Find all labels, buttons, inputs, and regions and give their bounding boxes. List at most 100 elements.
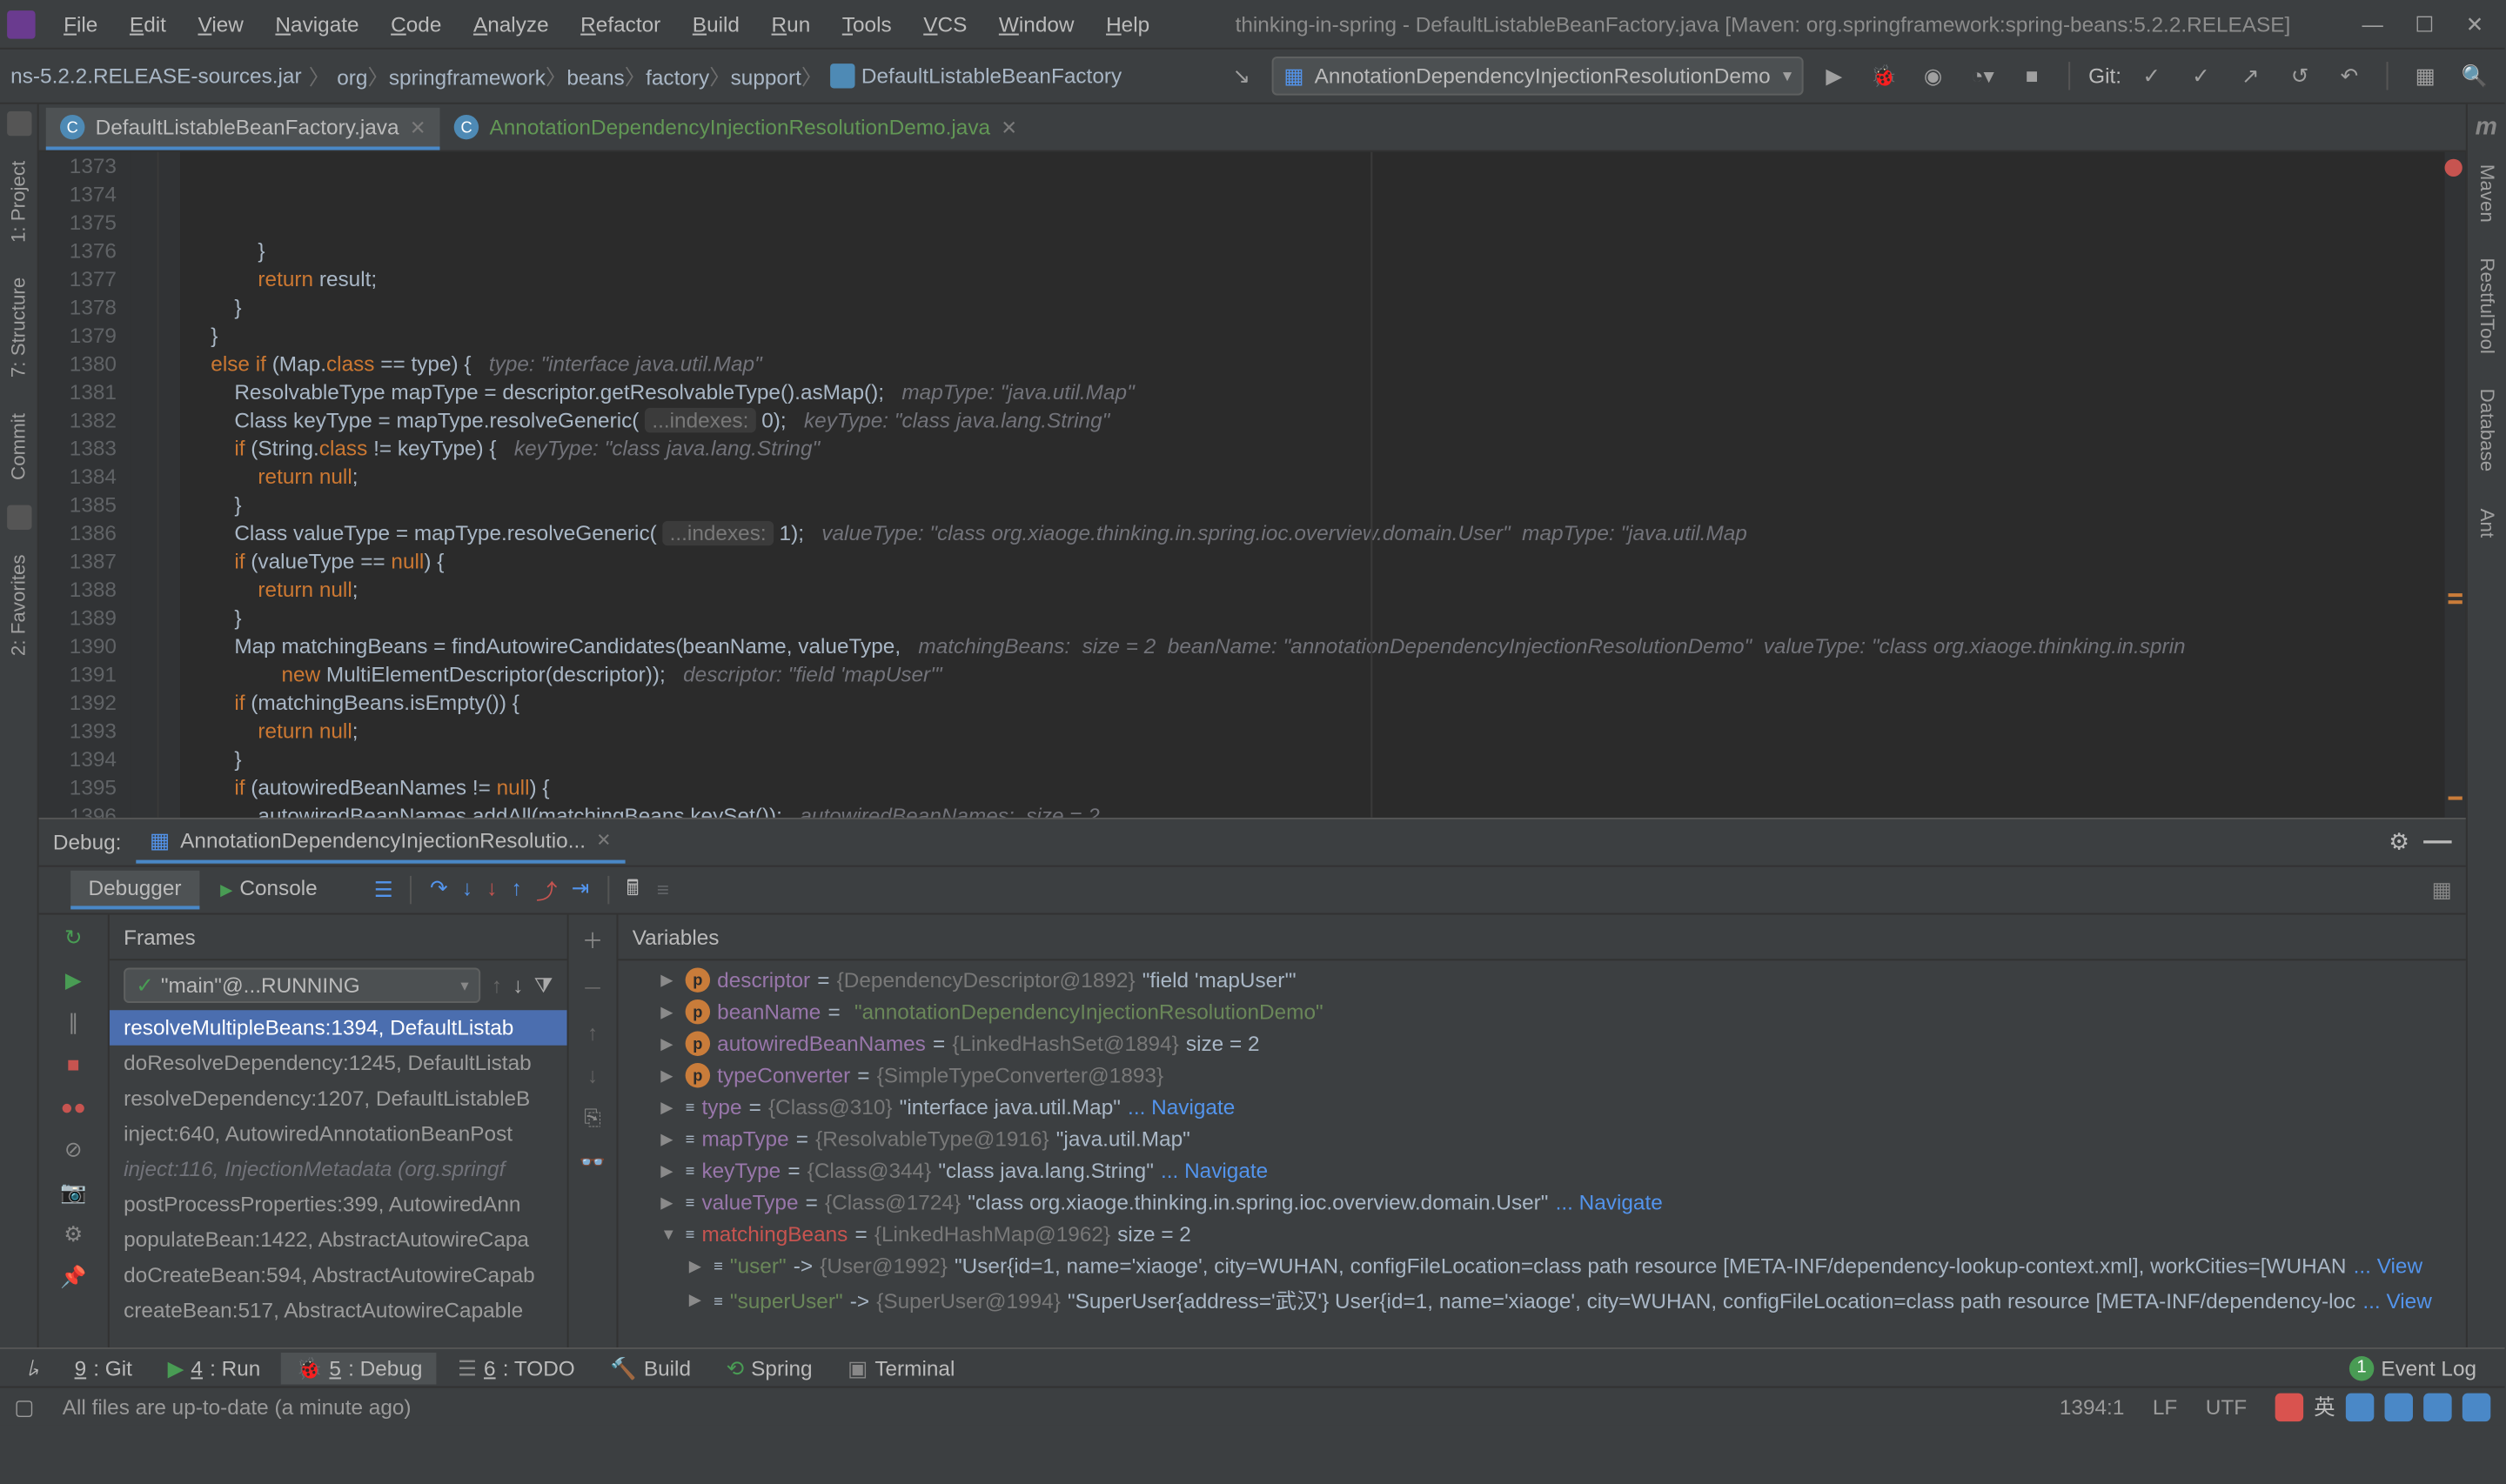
debug-button-icon[interactable]: 🐞: [1864, 57, 1903, 96]
back-icon[interactable]: ↘: [1222, 57, 1261, 96]
variables-tree[interactable]: ▶p descriptor = {DependencyDescriptor@18…: [619, 960, 2466, 1347]
structure-icon[interactable]: ▦: [2406, 57, 2445, 96]
minimize-icon[interactable]: —: [2362, 11, 2382, 36]
thread-selector[interactable]: ✓ "main"@...RUNNING ▾: [124, 967, 481, 1003]
stack-frame[interactable]: inject:640, AutowiredAnnotationBeanPost: [110, 1116, 567, 1152]
bottom-tool-terminal[interactable]: ▣ Terminal: [834, 1352, 969, 1384]
copy-icon[interactable]: ⎘: [584, 1106, 601, 1132]
menu-vcs[interactable]: VCS: [909, 4, 982, 43]
tool-windows-icon[interactable]: ▢: [14, 1394, 34, 1419]
view-link[interactable]: ... View: [2354, 1253, 2422, 1278]
menu-navigate[interactable]: Navigate: [261, 4, 373, 43]
variable-child-row[interactable]: ▶≡ "user" -> {User@1992} "User{id=1, nam…: [626, 1250, 2459, 1282]
variable-row[interactable]: ▶≡ keyType = {Class@344} "class java.lan…: [626, 1155, 2459, 1187]
prev-frame-icon[interactable]: ↑: [492, 973, 502, 998]
menu-edit[interactable]: Edit: [116, 4, 181, 43]
navigate-link[interactable]: ... Navigate: [1128, 1095, 1235, 1120]
add-watch-icon[interactable]: ＋: [582, 926, 603, 956]
breakpoints-icon[interactable]: ●●: [61, 1095, 86, 1120]
tray-icon[interactable]: [2385, 1393, 2413, 1420]
bottom-tool-run[interactable]: ▶ 4: Run: [153, 1352, 274, 1384]
variable-row[interactable]: ▼≡ matchingBeans = {LinkedHashMap@1962} …: [626, 1219, 2459, 1251]
tool-window-project[interactable]: 1: Project: [8, 150, 29, 254]
view-link[interactable]: ... View: [2362, 1288, 2431, 1313]
run-config-selector[interactable]: ▦ AnnotationDependencyInjectionResolutio…: [1271, 57, 1804, 96]
maximize-icon[interactable]: ☐: [2415, 11, 2434, 36]
menu-analyze[interactable]: Analyze: [459, 4, 563, 43]
tool-window-ant[interactable]: Ant: [2476, 498, 2496, 548]
stack-frame[interactable]: doCreateBean:594, AbstractAutowireCapab: [110, 1257, 567, 1293]
menu-run[interactable]: Run: [757, 4, 824, 43]
maven-m-icon[interactable]: m: [2476, 111, 2497, 139]
jar-name[interactable]: ns-5.2.2.RELEASE-sources.jar: [10, 64, 301, 88]
tool-window-commit[interactable]: Commit: [8, 404, 29, 491]
menu-tools[interactable]: Tools: [828, 4, 906, 43]
bottom-tool-git[interactable]: 9: Git: [60, 1352, 146, 1384]
menu-view[interactable]: View: [184, 4, 258, 43]
threads-icon[interactable]: ☰: [374, 878, 393, 902]
breadcrumb-segment[interactable]: factory: [646, 64, 709, 89]
menu-help[interactable]: Help: [1092, 4, 1164, 43]
event-log[interactable]: 1 Event Log: [2335, 1352, 2491, 1384]
tray-icon[interactable]: [2423, 1393, 2451, 1420]
stack-frame[interactable]: doResolveDependency:1245, DefaultListab: [110, 1046, 567, 1081]
tool-window-restfultool[interactable]: RestfulTool: [2476, 247, 2496, 364]
close-tab-icon[interactable]: ✕: [1001, 116, 1017, 138]
bottom-tool-build[interactable]: 🔨 Build: [596, 1352, 705, 1384]
breadcrumb-segment[interactable]: springframework: [389, 64, 546, 89]
force-step-into-icon[interactable]: ↓: [486, 875, 497, 906]
variable-row[interactable]: ▶≡ mapType = {ResolvableType@1916} "java…: [626, 1123, 2459, 1155]
tool-window-structure[interactable]: 7: Structure: [8, 267, 29, 389]
down-icon[interactable]: ↓: [587, 1063, 598, 1087]
tab-debugger[interactable]: Debugger: [70, 871, 199, 910]
variable-row[interactable]: ▶p autowiredBeanNames = {LinkedHashSet@1…: [626, 1027, 2459, 1060]
variable-child-row[interactable]: ▶≡ "superUser" -> {SuperUser@1994} "Supe…: [626, 1282, 2459, 1320]
variable-row[interactable]: ▶p typeConverter = {SimpleTypeConverter@…: [626, 1060, 2459, 1092]
bottom-tool-todo[interactable]: ☰ 6: TODO: [444, 1352, 589, 1384]
rollback-icon[interactable]: ↶: [2330, 57, 2369, 96]
menu-build[interactable]: Build: [679, 4, 754, 43]
variable-row[interactable]: ▶≡ valueType = {Class@1724} "class org.x…: [626, 1187, 2459, 1219]
menu-refactor[interactable]: Refactor: [566, 4, 675, 43]
glasses-icon[interactable]: 👓: [580, 1150, 606, 1174]
stop-button-icon[interactable]: ■: [2013, 57, 2052, 96]
code-area[interactable]: } return result; } } else if (Map.class …: [180, 152, 2466, 818]
tool-window-favorites[interactable]: 2: Favorites: [8, 545, 29, 667]
resume-icon[interactable]: ▶: [65, 967, 82, 992]
step-over-icon[interactable]: ↷: [430, 875, 447, 906]
step-out-icon[interactable]: ↑: [512, 875, 522, 906]
stack-frame[interactable]: resolveDependency:1207, DefaultListableB: [110, 1080, 567, 1116]
bottom-tool-spring[interactable]: ⟲ Spring: [712, 1352, 826, 1384]
debug-session-tab[interactable]: ▦ AnnotationDependencyInjectionResolutio…: [136, 821, 626, 864]
settings-icon[interactable]: ⚙: [2389, 828, 2409, 856]
encoding[interactable]: UTF: [2206, 1394, 2247, 1419]
filter-icon[interactable]: ⧩: [534, 973, 553, 999]
variable-row[interactable]: ▶p descriptor = {DependencyDescriptor@18…: [626, 964, 2459, 996]
editor-tab[interactable]: CDefaultListableBeanFactory.java✕: [46, 108, 440, 150]
rerun-icon[interactable]: ↻: [64, 926, 82, 950]
search-everywhere-icon[interactable]: 🔍: [2456, 57, 2495, 96]
up-icon[interactable]: ↑: [587, 1020, 598, 1045]
line-separator[interactable]: LF: [2153, 1394, 2177, 1419]
next-frame-icon[interactable]: ↓: [513, 973, 523, 998]
hide-icon[interactable]: —: [2423, 835, 2451, 849]
breadcrumb-segment[interactable]: beans: [566, 64, 624, 89]
coverage-icon[interactable]: ◉: [1913, 57, 1953, 96]
breadcrumb-segment[interactable]: org: [337, 64, 367, 89]
menu-file[interactable]: File: [50, 4, 112, 43]
stack-frame[interactable]: resolveMultipleBeans:1394, DefaultListab: [110, 1010, 567, 1046]
stop-icon[interactable]: ■: [67, 1053, 80, 1077]
ime-icon[interactable]: [2275, 1393, 2303, 1420]
tray-icon[interactable]: [2346, 1393, 2374, 1420]
tool-window-maven[interactable]: Maven: [2476, 154, 2496, 233]
run-button-icon[interactable]: ▶: [1814, 57, 1853, 96]
stack-frame[interactable]: populateBean:1422, AbstractAutowireCapa: [110, 1222, 567, 1258]
menu-code[interactable]: Code: [377, 4, 456, 43]
caret-position[interactable]: 1394:1: [2060, 1394, 2125, 1419]
git-branch-icon[interactable]: ⭞: [14, 1352, 53, 1384]
close-tab-icon[interactable]: ✕: [410, 116, 426, 138]
dump-icon[interactable]: 📷: [60, 1180, 86, 1204]
mute-breakpoints-icon[interactable]: ⊘: [64, 1137, 82, 1161]
profile-icon[interactable]: ◔▾: [1963, 57, 2002, 96]
stack-frame[interactable]: postProcessProperties:399, AutowiredAnn: [110, 1187, 567, 1222]
